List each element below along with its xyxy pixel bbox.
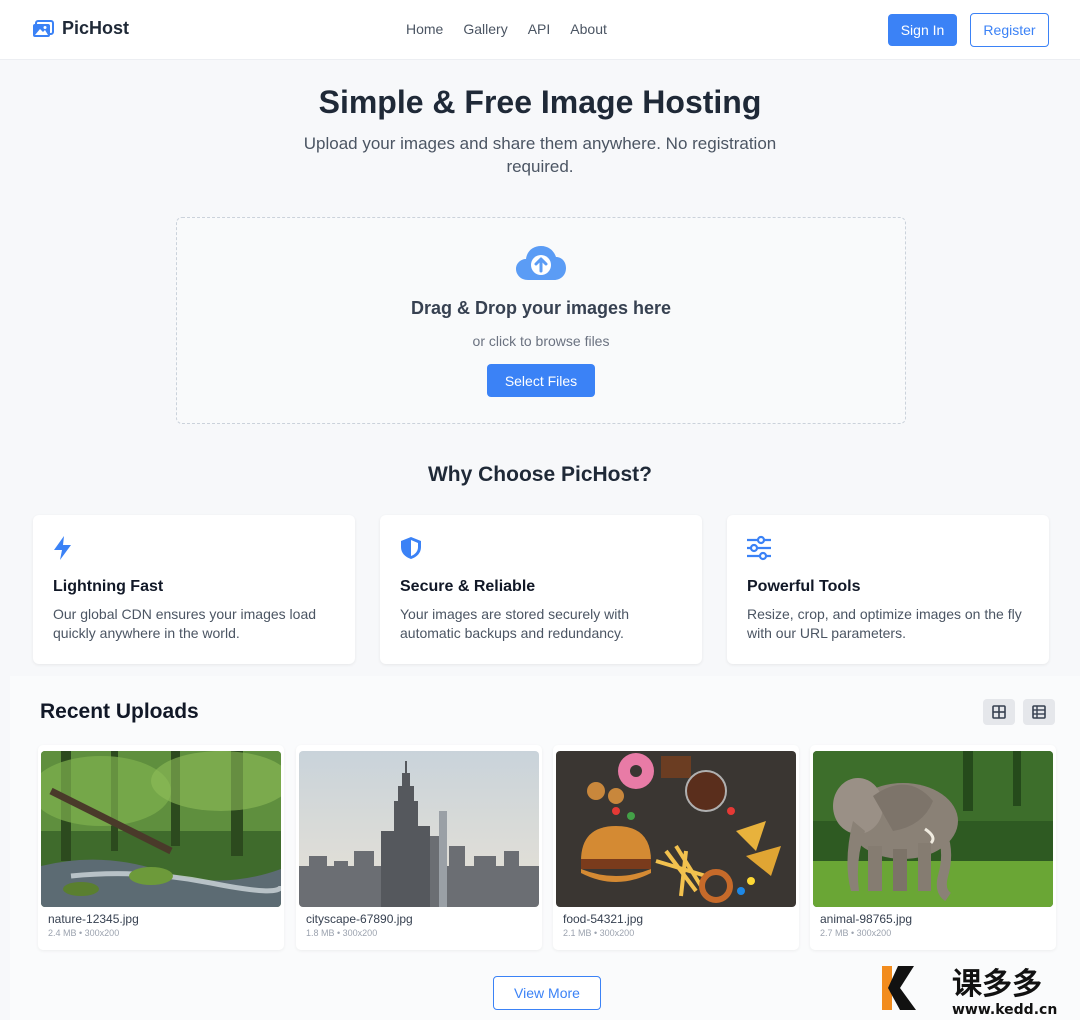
feature-description: Your images are stored securely with aut… xyxy=(400,606,630,641)
dropzone-title: Drag & Drop your images here xyxy=(410,298,672,318)
nav-api[interactable]: API xyxy=(528,21,551,37)
sliders-icon xyxy=(747,535,771,561)
feature-card-tools: Powerful Tools Resize, crop, and optimiz… xyxy=(727,515,1049,664)
brand-name: PicHost xyxy=(62,18,130,38)
kedd-watermark-logo: 课多多 www.kedd.cn xyxy=(882,966,1057,1018)
feature-title: Secure & Reliable xyxy=(400,578,536,595)
nav-about[interactable]: About xyxy=(570,21,607,37)
view-more-button[interactable]: View More xyxy=(493,976,601,1010)
image-thumbnail-animal[interactable] xyxy=(813,751,1053,907)
upload-card[interactable]: cityscape-67890.jpg 1.8 MB • 300x200 xyxy=(296,745,542,950)
nav-gallery[interactable]: Gallery xyxy=(463,21,507,37)
upload-meta: 2.1 MB • 300x200 xyxy=(563,928,635,938)
register-button[interactable]: Register xyxy=(970,13,1049,47)
upload-meta: 1.8 MB • 300x200 xyxy=(306,928,378,938)
nav-home[interactable]: Home xyxy=(406,21,443,37)
list-icon xyxy=(1032,705,1046,719)
image-thumbnail-cityscape[interactable] xyxy=(299,751,539,907)
upload-card[interactable]: food-54321.jpg 2.1 MB • 300x200 xyxy=(553,745,799,950)
hero-subtitle: Upload your images and share them anywhe… xyxy=(303,134,777,176)
dropzone-subtitle: or click to browse files xyxy=(472,333,610,349)
watermark-text: 课多多 xyxy=(952,967,1042,1002)
recent-uploads-heading: Recent Uploads xyxy=(40,700,199,723)
brand-logo[interactable]: PicHost xyxy=(32,18,129,39)
shield-icon xyxy=(401,537,421,559)
upload-meta: 2.7 MB • 300x200 xyxy=(820,928,892,938)
feature-card-secure: Secure & Reliable Your images are stored… xyxy=(380,515,702,664)
lightning-icon xyxy=(54,536,71,560)
upload-meta: 2.4 MB • 300x200 xyxy=(48,928,120,938)
image-logo-icon xyxy=(33,19,54,37)
upload-card[interactable]: nature-12345.jpg 2.4 MB • 300x200 xyxy=(38,745,284,950)
features-heading: Why Choose PicHost? xyxy=(427,463,653,486)
upload-filename: animal-98765.jpg xyxy=(820,912,913,926)
main-nav: Home Gallery API About xyxy=(406,21,607,37)
upload-dropzone[interactable]: Drag & Drop your images here or click to… xyxy=(176,217,906,424)
list-view-toggle[interactable] xyxy=(1023,699,1055,725)
feature-title: Powerful Tools xyxy=(747,578,861,595)
image-thumbnail-food[interactable] xyxy=(556,751,796,907)
upload-filename: nature-12345.jpg xyxy=(48,912,139,926)
image-thumbnail-nature[interactable] xyxy=(41,751,281,907)
sign-in-button[interactable]: Sign In xyxy=(888,14,957,46)
cloud-upload-icon xyxy=(516,246,566,280)
feature-description: Our global CDN ensures your images load … xyxy=(53,606,317,641)
select-files-button[interactable]: Select Files xyxy=(487,364,595,397)
upload-filename: food-54321.jpg xyxy=(563,912,644,926)
hero-title: Simple & Free Image Hosting xyxy=(318,84,762,120)
top-header: PicHost Home Gallery API About Sign In R… xyxy=(0,0,1080,60)
grid-icon xyxy=(992,705,1006,719)
feature-card-fast: Lightning Fast Our global CDN ensures yo… xyxy=(33,515,355,664)
feature-description: Resize, crop, and optimize images on the… xyxy=(747,606,1022,641)
upload-card[interactable]: animal-98765.jpg 2.7 MB • 300x200 xyxy=(810,745,1056,950)
upload-filename: cityscape-67890.jpg xyxy=(306,912,413,926)
feature-title: Lightning Fast xyxy=(53,578,164,595)
grid-view-toggle[interactable] xyxy=(983,699,1015,725)
watermark-url: www.kedd.cn xyxy=(952,1002,1057,1018)
